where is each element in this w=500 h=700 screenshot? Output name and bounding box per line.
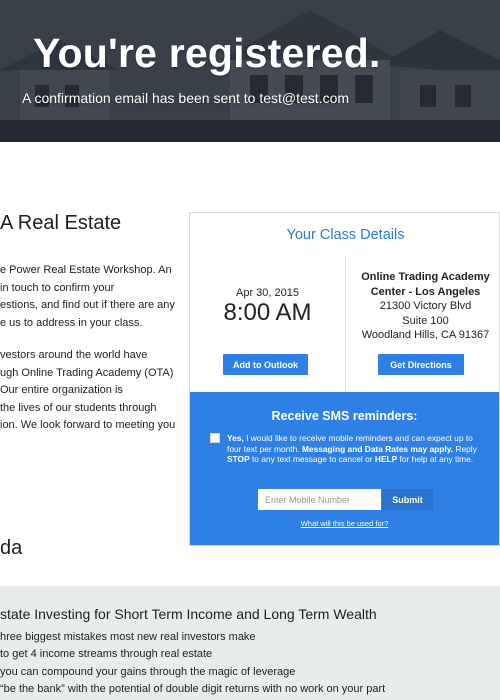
list-item: hree biggest mistakes most new real inve… <box>0 631 256 643</box>
intro-line: Our entire organization is <box>0 384 123 396</box>
class-date: Apr 30, 2015 <box>236 287 299 299</box>
sms-reminder-panel: Receive SMS reminders: Yes, I would like… <box>190 392 499 545</box>
address-line-1: 21300 Victory Blvd <box>379 300 472 312</box>
venue-name: Online Trading Academy Center - Los Ange… <box>361 271 490 298</box>
list-item: you can compound your gains through the … <box>0 665 296 678</box>
consent-reply: Reply <box>453 443 477 454</box>
hero-banner: You're registered. A confirmation email … <box>0 0 500 142</box>
agenda-title: state Investing for Short Term Income an… <box>0 606 377 622</box>
mobile-number-input[interactable]: Enter Mobile Number <box>258 489 381 510</box>
intro-heading: A Real Estate <box>0 212 122 234</box>
address-line-2: Suite 100 <box>402 314 449 327</box>
sms-submit-button[interactable]: Submit <box>382 489 433 510</box>
intro-line: ion. We look forward to meeting you <box>0 419 176 431</box>
page-title: You're registered. <box>33 30 381 76</box>
intro-line: the lives of our students through <box>0 401 157 414</box>
class-time: 8:00 AM <box>223 299 312 326</box>
class-details-title: Your Class Details <box>286 227 405 243</box>
intro-line: e Power Real Estate Workshop. An <box>0 264 172 276</box>
sms-title: Receive SMS reminders: <box>271 409 418 423</box>
intro-paragraph-2: vestors around the world have ugh Online… <box>0 347 175 435</box>
agenda-heading: da <box>0 537 23 559</box>
intro-line: in touch to confirm your <box>0 281 115 294</box>
agenda-list: hree biggest mistakes most new real inve… <box>0 629 385 698</box>
list-item: “be the bank” with the potential of doub… <box>0 682 386 695</box>
list-item: to get 4 income streams through real est… <box>0 648 213 661</box>
class-details-card: Your Class Details Apr 30, 2015 8:00 AM … <box>189 212 500 546</box>
address-city: Woodland Hills, CA 91367 <box>361 329 490 341</box>
card-divider <box>345 257 346 391</box>
consent-stop: STOP <box>227 454 250 464</box>
get-directions-button[interactable]: Get Directions <box>378 354 464 375</box>
intro-line: e us to address in your class. <box>0 316 143 329</box>
add-to-outlook-button[interactable]: Add to Outlook <box>223 354 308 375</box>
sms-consent-text: Yes, I would like to receive mobile remi… <box>227 433 477 465</box>
consent-rates: Messaging and Data Rates may apply. <box>301 443 454 454</box>
agenda-band: state Investing for Short Term Income an… <box>0 586 500 700</box>
intro-paragraph-1: e Power Real Estate Workshop. An in touc… <box>0 262 175 332</box>
sms-consent-checkbox[interactable] <box>210 433 220 443</box>
confirmation-message: A confirmation email has been sent to te… <box>22 90 350 106</box>
intro-line: ugh Online Trading Academy (OTA) <box>0 366 174 379</box>
intro-line: estions, and find out if there are any <box>0 299 175 311</box>
intro-line: vestors around the world have <box>0 349 148 361</box>
sms-info-link[interactable]: What will this be used for? <box>190 519 499 528</box>
consent-yes: Yes, <box>227 433 244 443</box>
consent-help: HELP <box>374 454 398 464</box>
consent-mid: to any text message to cancel or <box>249 454 375 464</box>
venue-address: Online Trading Academy Center - Los Ange… <box>350 270 500 343</box>
consent-end: for help at any time. <box>397 454 474 464</box>
